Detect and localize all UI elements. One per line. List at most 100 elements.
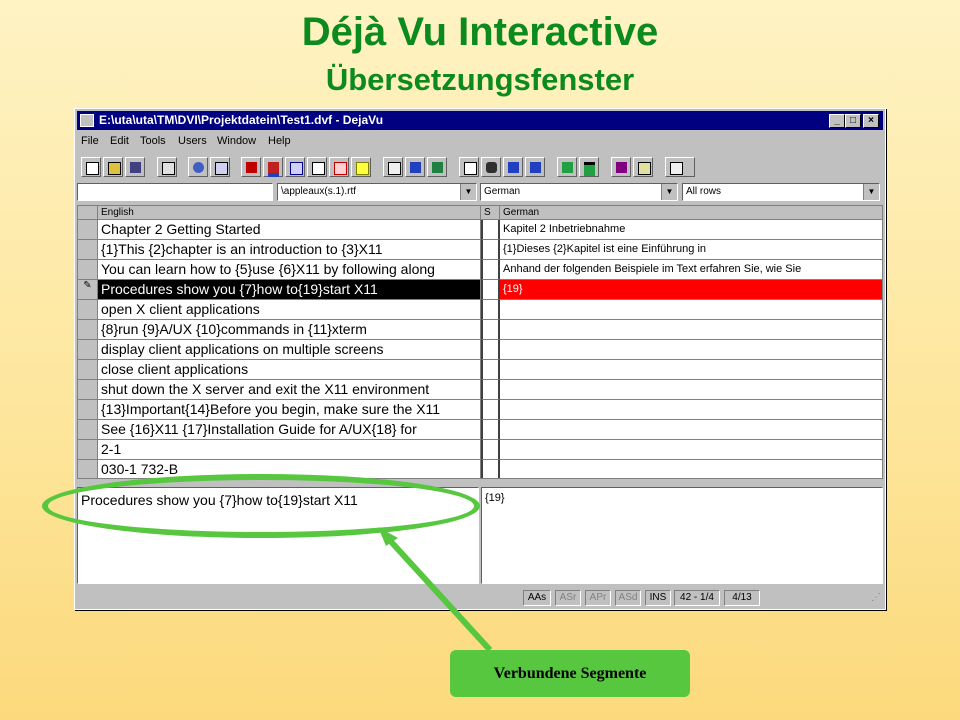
book-icon[interactable] [611,157,631,177]
source-segment[interactable]: close client applications [98,360,481,380]
down-arrow-icon[interactable] [557,157,577,177]
status-cell[interactable] [481,300,500,320]
chevron-down-icon[interactable]: ▼ [863,184,879,200]
target-segment[interactable] [500,300,882,320]
row-marker[interactable] [78,260,98,280]
source-segment[interactable]: You can learn how to {5}use {6}X11 by fo… [98,260,481,280]
menu-edit[interactable]: Edit [110,135,129,147]
row-marker[interactable] [78,460,98,478]
status-cell[interactable] [481,440,500,460]
header-status[interactable]: S [481,206,500,220]
cursor-left-icon[interactable] [503,157,523,177]
app-icon[interactable] [80,114,94,127]
row-marker[interactable] [78,320,98,340]
resize-grip-icon[interactable]: ⋰ [871,592,881,603]
menu-tools[interactable]: Tools [140,135,166,147]
status-cell[interactable] [481,340,500,360]
row-marker[interactable] [78,220,98,240]
slide-subtitle: Übersetzungsfenster [325,62,635,97]
arrow-right-icon[interactable] [351,157,371,177]
menu-window[interactable]: Window [217,135,256,147]
target-editor[interactable]: {19} [481,487,883,584]
target-segment[interactable] [500,340,882,360]
file-select[interactable]: \appleaux(s.1).rtf ▼ [277,183,477,201]
row-marker[interactable] [78,360,98,380]
filter-icon[interactable] [427,157,447,177]
chevron-down-icon[interactable]: ▼ [460,184,476,200]
target-segment[interactable] [500,360,882,380]
source-segment[interactable]: {13}Important{14}Before you begin, make … [98,400,481,420]
row-marker[interactable] [78,240,98,260]
window-titlebar[interactable]: E:\uta\uta\TM\DVI\Projektdatein\Test1.dv… [77,111,883,130]
row-marker[interactable] [78,400,98,420]
colors-icon[interactable] [263,157,283,177]
preview-icon[interactable] [383,157,403,177]
chevron-down-icon[interactable]: ▼ [661,184,677,200]
status-cell[interactable] [481,380,500,400]
properties-icon[interactable] [157,157,177,177]
down-arrow-green-icon[interactable] [579,157,599,177]
home-icon[interactable] [405,157,425,177]
target-segment[interactable] [500,460,882,478]
target-segment[interactable]: Kapitel 2 Inbetriebnahme [500,220,882,240]
row-marker[interactable] [78,440,98,460]
status-cell[interactable] [481,240,500,260]
source-segment[interactable]: shut down the X server and exit the X11 … [98,380,481,400]
row-marker[interactable] [78,420,98,440]
sort-icon[interactable] [285,157,305,177]
scan-icon[interactable] [188,157,208,177]
source-segment[interactable]: open X client applications [98,300,481,320]
status-cell[interactable] [481,260,500,280]
menu-help[interactable]: Help [268,135,291,147]
header-target[interactable]: German [500,206,882,220]
new-icon[interactable] [81,157,101,177]
menu-file[interactable]: File [81,135,99,147]
source-segment[interactable]: Chapter 2 Getting Started [98,220,481,240]
checkmark-icon[interactable] [210,157,230,177]
target-segment[interactable] [500,320,882,340]
status-cell[interactable] [481,320,500,340]
rows-select[interactable]: All rows ▼ [682,183,880,201]
source-segment[interactable]: {1}This {2}chapter is an introduction to… [98,240,481,260]
row-marker[interactable] [78,300,98,320]
target-segment[interactable]: Anhand der folgenden Beispiele im Text e… [500,260,882,280]
source-segment[interactable]: Procedures show you {7}how to{19}start X… [98,280,481,300]
status-cell[interactable] [481,360,500,380]
maximize-icon[interactable]: □ [845,114,861,128]
target-segment[interactable]: {19} [500,280,882,300]
edit-pencil-icon[interactable]: ✎ [78,280,98,300]
row-marker[interactable] [78,380,98,400]
menu-users[interactable]: Users [178,135,207,147]
status-cell[interactable] [481,280,500,300]
target-segment[interactable]: {1}Dieses {2}Kapitel ist eine Einführung… [500,240,882,260]
shapes-icon[interactable] [241,157,261,177]
table-icon[interactable] [459,157,479,177]
source-segment[interactable]: display client applications on multiple … [98,340,481,360]
document-icon[interactable] [633,157,653,177]
search-replace-icon[interactable] [329,157,349,177]
close-icon[interactable]: × [863,114,879,128]
target-segment[interactable] [500,440,882,460]
save-icon[interactable] [125,157,145,177]
target-segment[interactable] [500,400,882,420]
status-cell[interactable] [481,460,500,478]
target-segment[interactable] [500,420,882,440]
source-segment[interactable]: See {16}X11 {17}Installation Guide for A… [98,420,481,440]
source-segment[interactable]: {8}run {9}A/UX {10}commands in {11}xterm [98,320,481,340]
blank-combo[interactable] [77,183,273,201]
open-icon[interactable] [103,157,123,177]
spellcheck-icon[interactable] [307,157,327,177]
target-segment[interactable] [500,380,882,400]
cursor-right-icon[interactable] [525,157,545,177]
status-cell[interactable] [481,400,500,420]
minimize-icon[interactable]: _ [829,114,845,128]
toolbar [77,155,883,181]
status-cell[interactable] [481,420,500,440]
source-segment[interactable]: 2-1 [98,440,481,460]
status-cell[interactable] [481,220,500,240]
binoculars-icon[interactable] [481,157,501,177]
settings-icon[interactable] [665,157,695,177]
language-select[interactable]: German ▼ [480,183,678,201]
header-source[interactable]: English [98,206,481,220]
row-marker[interactable] [78,340,98,360]
